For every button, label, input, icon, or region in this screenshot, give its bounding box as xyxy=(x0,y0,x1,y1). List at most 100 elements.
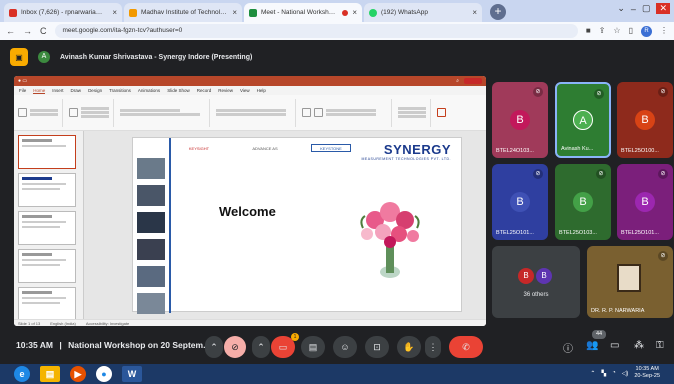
meeting-time-title: 10:35 AM | National Workshop on 20 Septe… xyxy=(16,340,210,350)
raise-hand-button[interactable]: ✋ xyxy=(397,336,421,358)
menu-icon[interactable]: ⋮ xyxy=(660,26,668,37)
back-icon[interactable]: ← xyxy=(6,26,15,36)
bookmark-star-icon[interactable]: ☆ xyxy=(613,26,620,37)
sidebar-icon[interactable]: ▯ xyxy=(629,26,633,37)
ribbon-tab-transitions[interactable]: Transitions xyxy=(109,88,131,93)
windows-taskbar: e ▤ ▶ ● W ⌃ ▚ ◔ ◁) 10:35 AM 20-Sep-25 xyxy=(0,364,674,384)
arrange-icon[interactable] xyxy=(314,108,323,117)
info-icon[interactable]: ⓘ xyxy=(563,340,573,355)
maximize-icon[interactable]: ▢ xyxy=(642,3,651,14)
flower-bouquet-image xyxy=(360,202,420,278)
participant-tile[interactable]: ⊘ B BTEL24O103... xyxy=(492,82,548,158)
ribbon-tab-review[interactable]: Review xyxy=(218,88,233,93)
ribbon-tab-view[interactable]: View xyxy=(240,88,250,93)
audio-options-button[interactable]: ⌃ xyxy=(205,336,223,358)
forward-icon[interactable]: → xyxy=(23,26,32,36)
participant-avatar: B xyxy=(573,192,593,212)
more-options-button[interactable]: ⋮ xyxy=(425,336,441,358)
ribbon-tab-file[interactable]: File xyxy=(19,88,26,93)
minimize-icon[interactable]: – xyxy=(631,4,636,14)
addins-icon[interactable] xyxy=(437,108,446,117)
meeting-title: National Workshop on 20 Septem... xyxy=(68,340,211,350)
tab-meet[interactable]: Meet - National Workshop o × xyxy=(244,3,362,22)
tab-title: Inbox (7,626) - rpnarwaria@mits xyxy=(21,9,109,16)
volume-icon[interactable]: ◁) xyxy=(622,370,629,377)
participant-tile[interactable]: ⊘ B BTEL25O101... xyxy=(617,164,673,240)
close-tab-icon[interactable]: × xyxy=(352,8,357,17)
equipment-image xyxy=(137,266,165,287)
video-options-button[interactable]: ⌃ xyxy=(252,336,270,358)
edge-icon[interactable]: e xyxy=(14,366,30,382)
new-slide-icon[interactable] xyxy=(69,108,78,117)
participant-tile[interactable]: ⊘ B BTEL25O103... xyxy=(555,164,611,240)
captions-button[interactable]: ▤ xyxy=(301,336,325,358)
ribbon-tab-draw[interactable]: Draw xyxy=(71,88,82,93)
people-icon[interactable]: 👥 xyxy=(586,340,598,351)
reload-icon[interactable]: C xyxy=(40,26,47,36)
paste-icon[interactable] xyxy=(18,108,27,117)
equipment-image xyxy=(137,293,165,314)
close-tab-icon[interactable]: × xyxy=(472,8,477,17)
chat-icon[interactable]: ▭ xyxy=(610,340,619,351)
ribbon-tab-design[interactable]: Design xyxy=(88,88,102,93)
network-icon[interactable]: ▚ xyxy=(601,370,606,377)
presentation-icon[interactable]: ▣ xyxy=(10,48,28,66)
emoji-button[interactable]: ☺ xyxy=(333,336,357,358)
present-button[interactable]: ⊡ xyxy=(365,336,389,358)
new-tab-button[interactable]: + xyxy=(490,4,506,20)
ribbon-tab-record[interactable]: Record xyxy=(197,88,212,93)
powerpoint-search-icon[interactable]: ⌕ xyxy=(456,78,459,84)
share-icon[interactable]: ⇪ xyxy=(599,26,606,37)
participant-tile[interactable]: ⊘ B BTEL25O101... xyxy=(492,164,548,240)
slide-thumbnail-5[interactable] xyxy=(18,287,76,319)
presenter-strip: ▣ A Avinash Kumar Shrivastava - Synergy … xyxy=(0,40,674,74)
word-icon[interactable]: W xyxy=(122,366,142,382)
camera-icon[interactable]: ■ xyxy=(586,26,591,37)
participant-tile[interactable]: ⊘ B BTEL25O100... xyxy=(617,82,673,158)
ribbon-tab-animations[interactable]: Animations xyxy=(138,88,160,93)
meet-controls-bar: 10:35 AM | National Workshop on 20 Septe… xyxy=(0,330,674,364)
ribbon-tab-help[interactable]: Help xyxy=(257,88,266,93)
record-button[interactable] xyxy=(464,78,482,84)
accessibility-indicator[interactable]: Accessibility: Investigate xyxy=(86,321,129,326)
tab-whatsapp[interactable]: (192) WhatsApp × xyxy=(364,3,482,22)
profile-avatar[interactable]: R xyxy=(641,25,652,37)
mic-muted-icon: ⊘ xyxy=(658,169,668,179)
autosave-toggle[interactable]: ● ▭ xyxy=(18,78,27,84)
close-tab-icon[interactable]: × xyxy=(112,8,117,17)
participant-video-tile[interactable]: ⊘ DR. R. P. NARWARIA xyxy=(587,246,673,318)
tab-madhav[interactable]: Madhav Institute of Technology × xyxy=(124,3,242,22)
ribbon-tab-slide-show[interactable]: Slide Show xyxy=(167,88,190,93)
slide-thumbnail-1[interactable] xyxy=(18,135,76,169)
slide-thumbnail-2[interactable] xyxy=(18,173,76,207)
meet-icon xyxy=(249,8,257,17)
ribbon-tab-insert[interactable]: Insert xyxy=(52,88,63,93)
media-player-icon[interactable]: ▶ xyxy=(70,366,86,382)
others-tile[interactable]: B B 36 others xyxy=(492,246,580,318)
host-controls-icon[interactable]: ⚿ xyxy=(656,340,664,351)
taskbar-clock[interactable]: 10:35 AM 20-Sep-25 xyxy=(634,366,660,380)
slide-thumbnails xyxy=(14,131,84,319)
slide-thumbnail-3[interactable] xyxy=(18,211,76,245)
activities-icon[interactable]: ⁂ xyxy=(634,340,644,351)
participant-avatar: B xyxy=(635,110,655,130)
tray-arrow-icon[interactable]: ⌃ xyxy=(590,370,595,377)
current-slide[interactable]: KEYSIGHT ADVANCE AS KEYSTONE SYNERGY MEA… xyxy=(132,137,462,314)
others-avatars: BB xyxy=(518,268,552,284)
file-explorer-icon[interactable]: ▤ xyxy=(40,366,60,382)
shapes-icon[interactable] xyxy=(302,108,311,117)
advance-logo: ADVANCE AS xyxy=(252,145,278,151)
leave-call-button[interactable]: ✆ xyxy=(449,336,483,358)
ribbon-tab-home[interactable]: Home xyxy=(33,88,46,94)
participant-tile[interactable]: ⊘ A Avinash Ku... xyxy=(555,82,611,158)
mic-off-button[interactable]: ⊘ xyxy=(224,336,246,358)
tab-search-icon[interactable]: ⌄ xyxy=(617,3,625,14)
close-tab-icon[interactable]: × xyxy=(232,8,237,17)
close-window-icon[interactable]: ✕ xyxy=(656,3,670,14)
mic-muted-icon: ⊘ xyxy=(658,251,668,261)
slide-thumbnail-4[interactable] xyxy=(18,249,76,283)
tab-gmail[interactable]: Inbox (7,626) - rpnarwaria@mits × xyxy=(4,3,122,22)
chrome-icon[interactable]: ● xyxy=(96,366,112,382)
url-field[interactable]: meet.google.com/ita-fgzn-tcv?authuser=0 xyxy=(54,24,578,38)
wifi-icon[interactable]: ◔ xyxy=(612,370,616,376)
